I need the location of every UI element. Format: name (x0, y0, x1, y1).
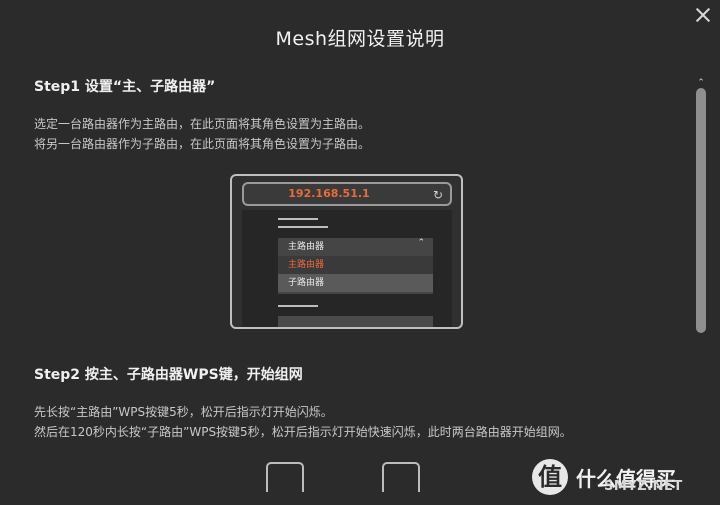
router-settings-page: 主路由器 ⌃ 主路由器 子路由器 (242, 210, 452, 327)
instructions-content[interactable]: Step1 设置“主、子路由器” 选定一台路由器作为主路由，在此页面将其角色设置… (34, 68, 674, 505)
watermark-logo: 值 (532, 459, 568, 495)
sub-router-icon (382, 462, 420, 492)
step1-line-1: 选定一台路由器作为主路由，在此页面将其角色设置为主路由。 (34, 117, 371, 131)
step2-line-1: 先长按“主路由”WPS按键5秒，松开后指示灯开始闪烁。 (34, 405, 333, 419)
step2-description: 先长按“主路由”WPS按键5秒，松开后指示灯开始闪烁。 然后在120秒内长按“子… (34, 402, 674, 442)
browser-mockup: 192.168.51.1 ↻ 主路由器 ⌃ 主路由器 子路由器 (230, 174, 463, 329)
router-ip-address: 192.168.51.1 (288, 187, 370, 200)
watermark: 值 什么值得买 SMYZ.NET (532, 459, 712, 499)
address-bar: 192.168.51.1 ↻ (242, 182, 452, 206)
vertical-scrollbar[interactable]: ⌃ (696, 78, 706, 413)
close-icon[interactable] (694, 6, 712, 24)
step2-line-2: 然后在120秒内长按“子路由”WPS按键5秒，松开后指示灯开始快速闪烁，此时两台… (34, 425, 572, 439)
step1-title: Step1 设置“主、子路由器” (34, 79, 216, 95)
placeholder-line (278, 305, 318, 307)
chevron-up-icon: ⌃ (417, 238, 425, 248)
placeholder-block (278, 316, 433, 327)
placeholder-line (278, 218, 318, 220)
step1-line-2: 将另一台路由器作为子路由，在此页面将其角色设置为子路由。 (34, 137, 371, 151)
mesh-setup-dialog: Mesh组网设置说明 Step1 设置“主、子路由器” 选定一台路由器作为主路由… (0, 0, 720, 505)
router-role-illustration: 192.168.51.1 ↻ 主路由器 ⌃ 主路由器 子路由器 (34, 174, 674, 364)
main-router-icon (266, 462, 304, 492)
step2-title: Step2 按主、子路由器WPS键，开始组网 (34, 367, 303, 383)
option-main-router: 主路由器 (278, 256, 433, 274)
placeholder-line (278, 226, 328, 228)
scrollbar-thumb[interactable] (696, 88, 706, 333)
option-sub-router: 子路由器 (278, 274, 433, 292)
chevron-up-icon[interactable]: ⌃ (696, 78, 706, 88)
dropdown-selected: 主路由器 (288, 242, 325, 252)
router-role-dropdown: 主路由器 ⌃ 主路由器 子路由器 (278, 238, 433, 294)
watermark-subtext: SMYZ.NET (604, 479, 683, 494)
refresh-icon: ↻ (432, 188, 443, 202)
step1-description: 选定一台路由器作为主路由，在此页面将其角色设置为主路由。 将另一台路由器作为子路… (34, 114, 674, 154)
dialog-title: Mesh组网设置说明 (275, 28, 445, 50)
